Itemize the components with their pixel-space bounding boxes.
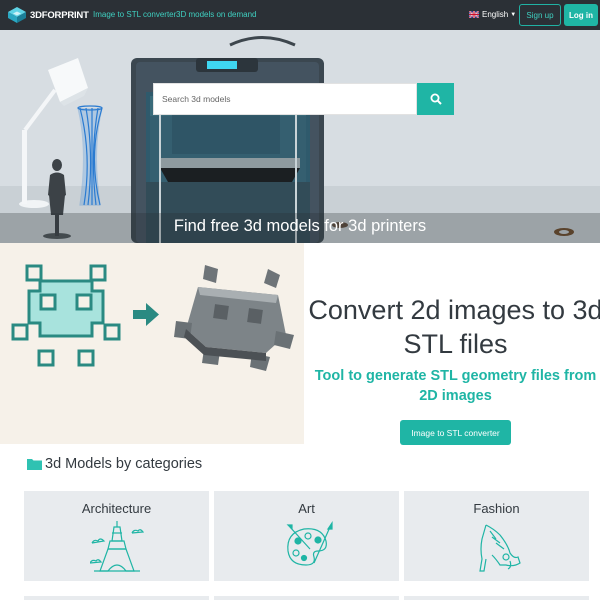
3d-invader-illustration xyxy=(174,265,294,371)
category-label: Art xyxy=(298,501,315,516)
language-selector[interactable]: English ▼ xyxy=(469,10,516,19)
hero-banner: Find free 3d models for 3d printers xyxy=(0,30,600,243)
category-card-partial xyxy=(24,596,209,600)
category-card-architecture[interactable]: Architecture xyxy=(24,491,209,581)
hero-caption: Find free 3d models for 3d printers xyxy=(173,217,427,235)
nav-link-models-on-demand[interactable]: 3D models on demand xyxy=(176,10,257,19)
categories-heading-text: 3d Models by categories xyxy=(45,456,203,472)
converter-subtitle: Tool to generate STL geometry files from… xyxy=(314,368,597,404)
category-label: Architecture xyxy=(81,501,152,516)
blue-vase-illustration xyxy=(77,105,103,206)
login-button[interactable]: Log in xyxy=(564,4,598,26)
converter-illustration-panel xyxy=(0,243,304,444)
high-heel-icon xyxy=(479,524,521,572)
folder-icon xyxy=(27,459,42,470)
search-input[interactable] xyxy=(153,83,417,115)
uk-flag-icon xyxy=(469,11,479,18)
logo-text: 3DFORPRINT xyxy=(30,9,89,21)
category-card-partial xyxy=(404,596,589,600)
2d-to-3d-illustration xyxy=(11,264,294,371)
category-card-fashion[interactable]: Fashion xyxy=(404,491,589,581)
search-icon xyxy=(430,93,442,105)
category-label: Fashion xyxy=(473,501,520,516)
caret-down-icon: ▼ xyxy=(510,11,517,18)
search-bar xyxy=(153,83,454,115)
language-label: English xyxy=(482,10,509,19)
category-card-partial xyxy=(214,596,399,600)
converter-title: Convert 2d images to 3d STL files xyxy=(308,295,600,359)
top-navbar: 3DFORPRINT Image to STL converter 3D mod… xyxy=(0,0,600,30)
logo-cube-icon xyxy=(8,7,26,23)
categories-heading: 3d Models by categories xyxy=(27,456,202,472)
arrow-right-icon xyxy=(133,303,159,326)
site-logo[interactable]: 3DFORPRINT xyxy=(7,5,89,25)
image-to-stl-button[interactable]: Image to STL converter xyxy=(400,420,511,445)
2d-invader-icon xyxy=(11,264,121,367)
signup-button[interactable]: Sign up xyxy=(519,4,561,26)
eiffel-tower-icon xyxy=(90,521,144,572)
nav-link-image-to-stl[interactable]: Image to STL converter xyxy=(93,10,176,19)
hero-illustration xyxy=(19,36,574,243)
palette-icon xyxy=(286,521,333,566)
search-button[interactable] xyxy=(417,83,454,115)
category-card-art[interactable]: Art xyxy=(214,491,399,581)
